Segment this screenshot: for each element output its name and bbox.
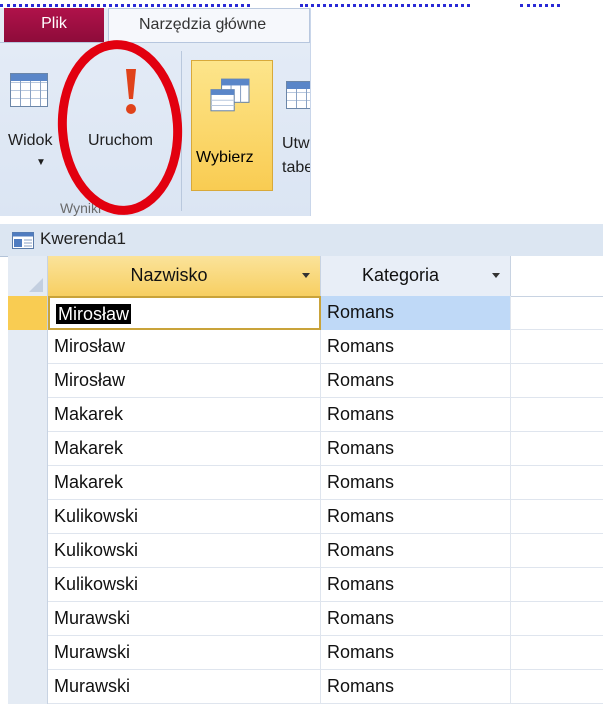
column-header-nazwisko[interactable]: Nazwisko: [48, 256, 321, 296]
ribbon-tab-bar: Plik Narzędzia główne: [0, 8, 310, 43]
table-row[interactable]: Kulikowski Romans: [8, 568, 603, 602]
query-icon: [12, 232, 34, 249]
cell-nazwisko[interactable]: Makarek: [48, 432, 321, 466]
cell-kategoria[interactable]: Romans: [321, 330, 511, 364]
row-selector[interactable]: [8, 568, 48, 602]
cell-text: Murawski: [54, 608, 131, 628]
query-tab[interactable]: Kwerenda1: [0, 224, 603, 257]
row-selector[interactable]: [8, 432, 48, 466]
table-row[interactable]: Murawski Romans: [8, 602, 603, 636]
cell-kategoria[interactable]: Romans: [321, 568, 511, 602]
table-row[interactable]: Kulikowski Romans: [8, 500, 603, 534]
cell-text: Kulikowski: [54, 540, 139, 560]
cell-nazwisko[interactable]: Kulikowski: [48, 500, 321, 534]
cell-kategoria[interactable]: Romans: [321, 602, 511, 636]
cell-kategoria[interactable]: Romans: [321, 364, 511, 398]
cell-nazwisko[interactable]: Mirosław: [48, 364, 321, 398]
cell-nazwisko[interactable]: Kulikowski: [48, 534, 321, 568]
select-button[interactable]: Wybierz: [191, 60, 273, 191]
cell-nazwisko[interactable]: Murawski: [48, 602, 321, 636]
row-selector[interactable]: [8, 500, 48, 534]
row-selector[interactable]: [8, 466, 48, 500]
table-row[interactable]: Murawski Romans: [8, 670, 603, 704]
column-header-label: Kategoria: [361, 265, 440, 285]
row-selector[interactable]: [8, 296, 48, 330]
cell-text: Makarek: [54, 404, 124, 424]
select-button-label: Wybierz: [196, 149, 254, 166]
row-selector[interactable]: [8, 364, 48, 398]
cell-kategoria[interactable]: Romans: [321, 636, 511, 670]
table-row[interactable]: Makarek Romans: [8, 398, 603, 432]
table-icon: [286, 81, 310, 109]
table-row[interactable]: Makarek Romans: [8, 466, 603, 500]
cell-nazwisko[interactable]: Mirosław: [48, 296, 321, 330]
chevron-down-icon[interactable]: ▼: [36, 157, 46, 168]
row-selector[interactable]: [8, 636, 48, 670]
cell-kategoria[interactable]: Romans: [321, 466, 511, 500]
create-table-button[interactable]: Utwórz tabelę: [278, 43, 310, 193]
tab-home[interactable]: Narzędzia główne: [108, 8, 310, 42]
cell-text: Mirosław: [56, 304, 132, 324]
select-query-icon: [210, 78, 250, 112]
cell-kategoria[interactable]: Romans: [321, 398, 511, 432]
column-header-kategoria[interactable]: Kategoria: [321, 256, 511, 296]
row-selector[interactable]: [8, 330, 48, 364]
datasheet-header: Nazwisko Kategoria: [8, 256, 603, 297]
cell-nazwisko[interactable]: Makarek: [48, 466, 321, 500]
cell-text: Mirosław: [54, 370, 126, 390]
row-selector[interactable]: [8, 398, 48, 432]
table-row[interactable]: Mirosław Romans: [8, 364, 603, 398]
row-selector[interactable]: [8, 670, 48, 704]
cell-kategoria[interactable]: Romans: [321, 500, 511, 534]
cell-kategoria[interactable]: Romans: [321, 670, 511, 704]
create-table-label: Utwórz tabelę: [282, 135, 310, 176]
cell-text: Mirosław: [54, 336, 126, 356]
view-button-label: Widok: [8, 132, 53, 149]
cell-text: Kulikowski: [54, 506, 139, 526]
table-row[interactable]: Mirosław Romans: [8, 296, 603, 330]
cell-text: Makarek: [54, 438, 124, 458]
tab-file[interactable]: Plik: [4, 8, 104, 42]
cell-text: Kulikowski: [54, 574, 139, 594]
column-header-label: Nazwisko: [130, 265, 208, 285]
datasheet-grid-icon: [10, 73, 48, 107]
cropped-top-text: [0, 0, 603, 8]
dropdown-arrow-icon[interactable]: [302, 273, 310, 278]
query-title: Kwerenda1: [40, 229, 127, 248]
view-button[interactable]: Widok ▼: [0, 43, 60, 193]
table-row[interactable]: Mirosław Romans: [8, 330, 603, 364]
cell-kategoria[interactable]: Romans: [321, 296, 511, 330]
cell-kategoria[interactable]: Romans: [321, 432, 511, 466]
table-row[interactable]: Makarek Romans: [8, 432, 603, 466]
cell-nazwisko[interactable]: Murawski: [48, 670, 321, 704]
row-selector[interactable]: [8, 534, 48, 568]
dropdown-arrow-icon[interactable]: [492, 273, 500, 278]
cell-text: Murawski: [54, 642, 131, 662]
datasheet: Nazwisko Kategoria Mirosław Romans Mirosła…: [8, 256, 603, 707]
cell-nazwisko[interactable]: Mirosław: [48, 330, 321, 364]
table-row[interactable]: Kulikowski Romans: [8, 534, 603, 568]
table-row[interactable]: Murawski Romans: [8, 636, 603, 670]
cell-text: Makarek: [54, 472, 124, 492]
cell-text: Murawski: [54, 676, 131, 696]
row-selector[interactable]: [8, 602, 48, 636]
cell-kategoria[interactable]: Romans: [321, 534, 511, 568]
cell-nazwisko[interactable]: Murawski: [48, 636, 321, 670]
cell-nazwisko[interactable]: Kulikowski: [48, 568, 321, 602]
cell-nazwisko[interactable]: Makarek: [48, 398, 321, 432]
select-all-corner[interactable]: [8, 256, 48, 296]
